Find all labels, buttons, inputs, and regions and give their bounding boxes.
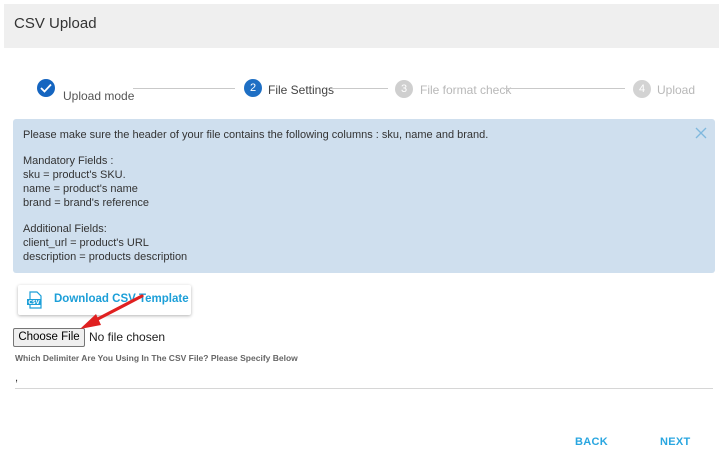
step-3-label: File format check [420, 83, 512, 97]
step-4-label: Upload [657, 83, 696, 97]
step-3-number: 3 [395, 80, 413, 98]
step-connector [133, 88, 235, 89]
mandatory-field: sku = product's SKU. [23, 169, 126, 181]
svg-text:CSV: CSV [28, 300, 39, 306]
step-1-label: Upload mode [63, 89, 135, 103]
step-1-check-icon [37, 79, 55, 97]
file-status: No file chosen [89, 330, 166, 344]
step-2-number: 2 [244, 79, 262, 97]
delimiter-label: Which Delimiter Are You Using In The CSV… [15, 353, 298, 363]
close-icon[interactable] [695, 127, 707, 139]
stepper: Upload mode 2 File Settings 3 File forma… [0, 76, 719, 104]
additional-field: client_url = product's URL [23, 237, 149, 249]
step-2-label: File Settings [268, 83, 335, 97]
step-4-number: 4 [633, 80, 651, 98]
step-connector [505, 88, 625, 89]
annotation-arrow [80, 294, 144, 329]
info-alert: Please make sure the header of your file… [13, 119, 715, 273]
page-header: CSV Upload [4, 4, 719, 48]
additional-field: description = products description [23, 251, 188, 263]
choose-file-button[interactable]: Choose File [13, 328, 85, 347]
next-button[interactable]: NEXT [660, 436, 691, 448]
delimiter-input[interactable]: , [15, 372, 713, 389]
back-button[interactable]: BACK [575, 436, 608, 448]
mandatory-title: Mandatory Fields : [23, 155, 114, 167]
page-title: CSV Upload [14, 15, 97, 32]
additional-title: Additional Fields: [23, 223, 107, 235]
csv-file-icon: CSV [27, 291, 42, 309]
mandatory-field: brand = brand's reference [23, 197, 149, 209]
step-connector [332, 88, 388, 89]
mandatory-field: name = product's name [23, 183, 138, 195]
info-intro: Please make sure the header of your file… [23, 129, 489, 141]
